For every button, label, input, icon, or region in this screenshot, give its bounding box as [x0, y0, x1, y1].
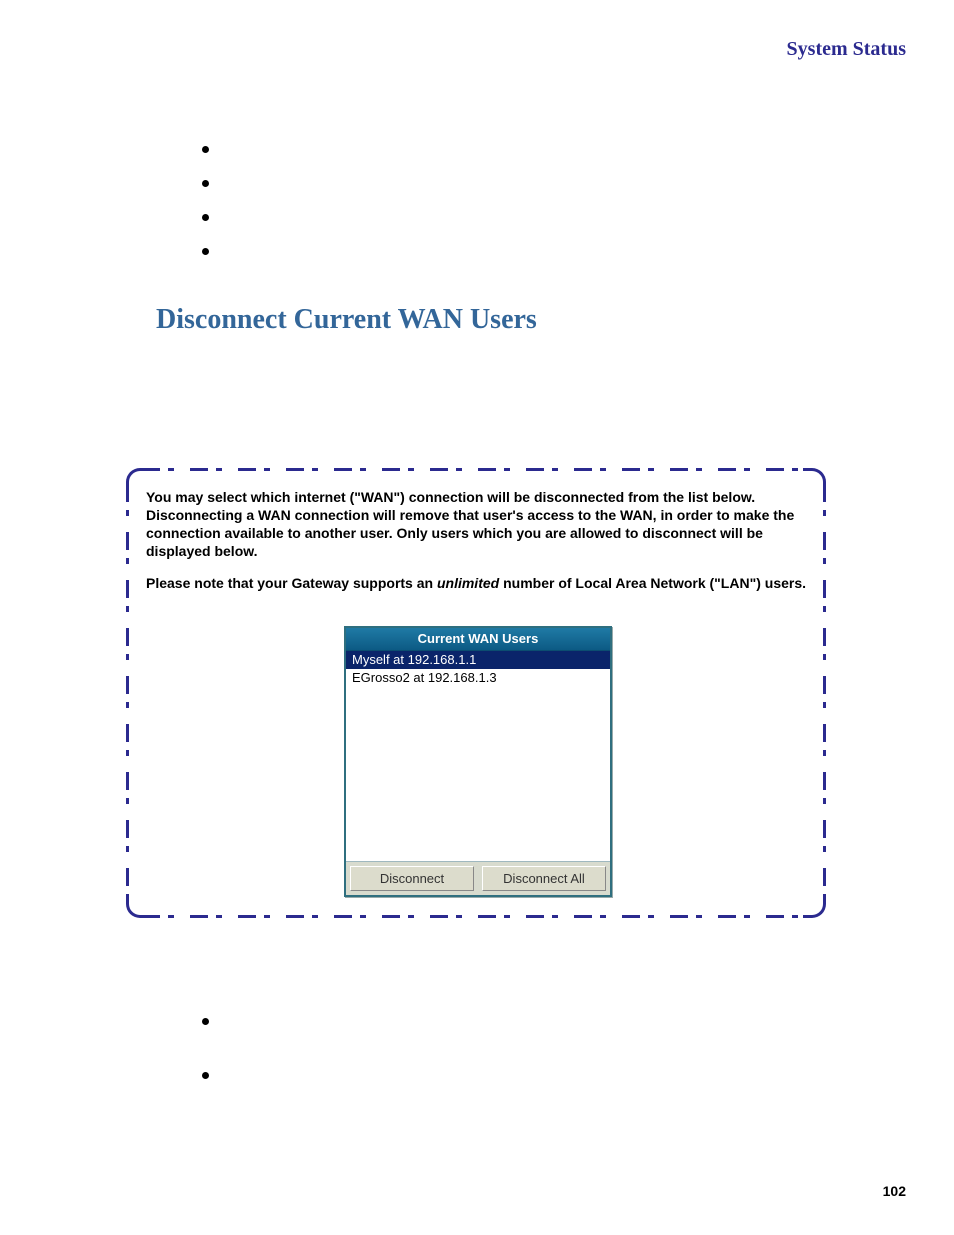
document-page: System Status Disconnect Current WAN Use…	[0, 0, 954, 1235]
disconnect-button[interactable]: Disconnect	[350, 866, 474, 891]
panel-paragraph-2-pre: Please note that your Gateway supports a…	[146, 575, 437, 591]
panel-border-bottom	[142, 915, 810, 918]
panel-border-right	[823, 484, 826, 902]
panel-paragraph-2-em: unlimited	[437, 575, 499, 591]
panel-corner	[126, 895, 149, 918]
panel-paragraph-2-post: number of Local Area Network ("LAN") use…	[499, 575, 806, 591]
panel-description: You may select which internet ("WAN") co…	[146, 488, 806, 592]
wan-users-list[interactable]: Myself at 192.168.1.1 EGrosso2 at 192.16…	[346, 651, 610, 861]
panel-corner	[803, 895, 826, 918]
page-header-title: System Status	[787, 38, 906, 61]
wan-user-item[interactable]: EGrosso2 at 192.168.1.3	[346, 669, 610, 687]
panel-border-top	[142, 468, 810, 471]
panel-corner	[803, 468, 826, 491]
wan-user-item[interactable]: Myself at 192.168.1.1	[346, 651, 610, 669]
note-panel: You may select which internet ("WAN") co…	[126, 468, 826, 918]
panel-paragraph-2: Please note that your Gateway supports a…	[146, 574, 806, 592]
disconnect-all-button[interactable]: Disconnect All	[482, 866, 606, 891]
panel-border-left	[126, 484, 129, 902]
panel-paragraph-1: You may select which internet ("WAN") co…	[146, 488, 806, 560]
wan-buttons-row: Disconnect Disconnect All	[346, 861, 610, 895]
page-number: 102	[883, 1183, 906, 1199]
wan-users-widget: Current WAN Users Myself at 192.168.1.1 …	[344, 626, 612, 897]
section-heading: Disconnect Current WAN Users	[156, 304, 537, 336]
wan-users-title: Current WAN Users	[346, 628, 610, 651]
